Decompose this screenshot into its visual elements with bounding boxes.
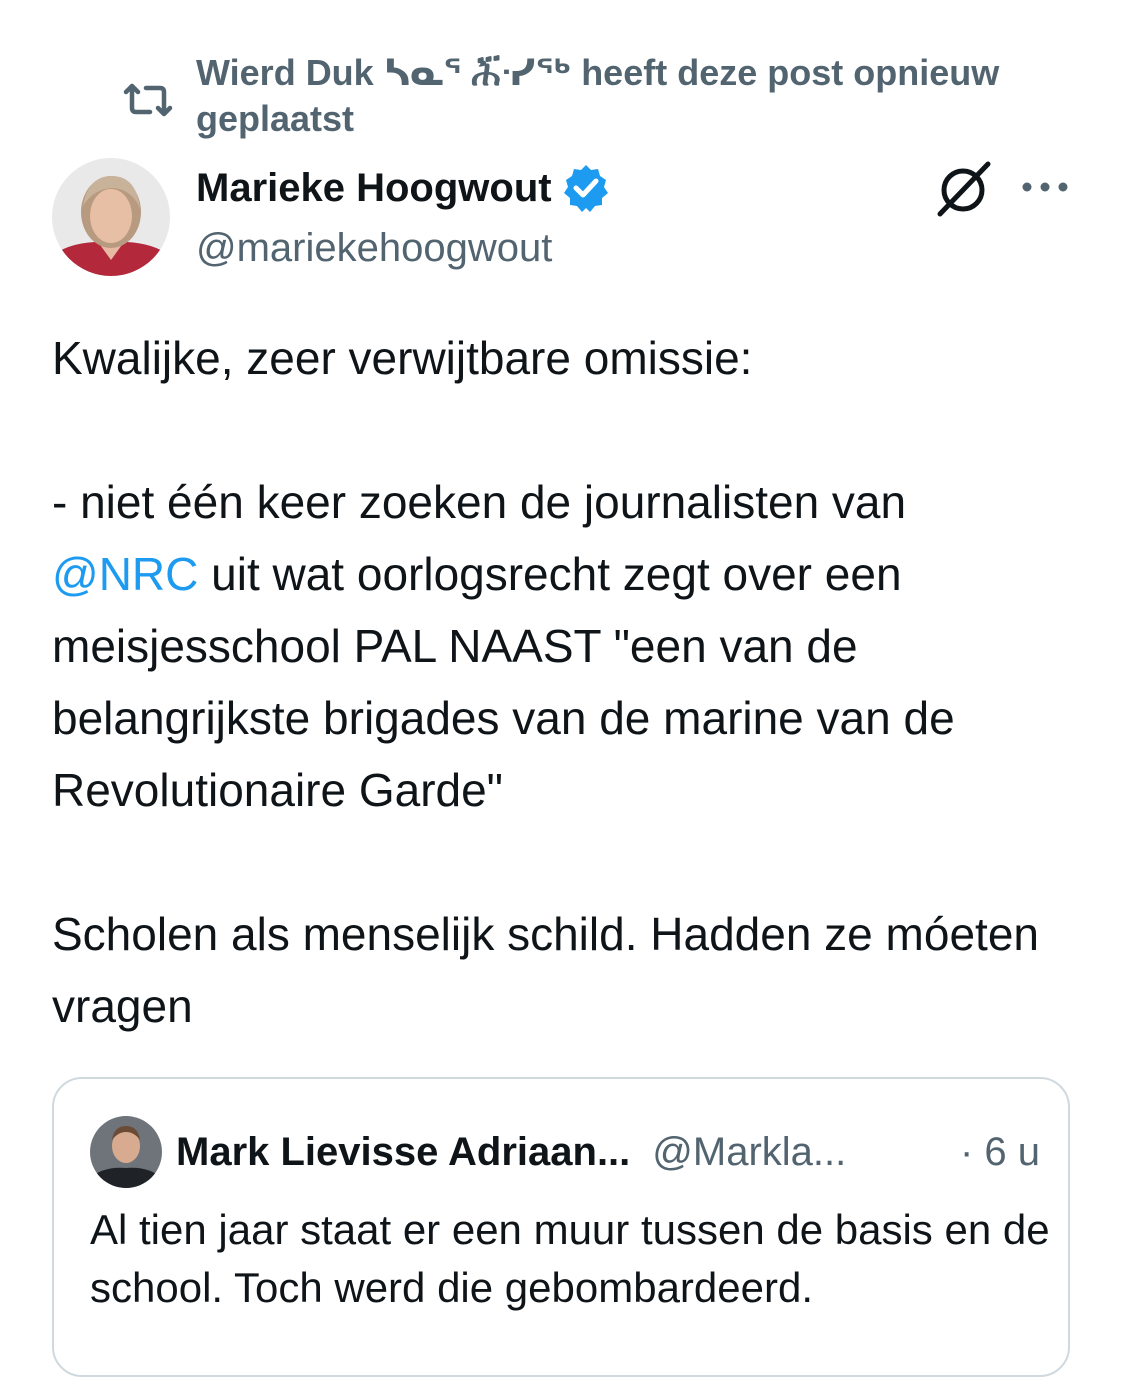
mention-link[interactable]: @NRC: [52, 548, 198, 600]
author-block[interactable]: Marieke Hoogwout @mariekehoogwout: [196, 158, 896, 276]
author-handle[interactable]: @mariekehoogwout: [196, 220, 896, 276]
repost-label[interactable]: Wierd Duk ᓴᓇᕐ ሕ፝ᓸᖅ heeft deze post opnie…: [196, 50, 1080, 142]
tweet-text: Kwalijke, zeer verwijtbare omissie: - ni…: [52, 322, 1092, 1042]
more-icon[interactable]: [1020, 172, 1070, 202]
repost-icon: [123, 83, 173, 117]
quoted-author-handle[interactable]: @Markla...: [652, 1130, 846, 1175]
tweet-line-1: Kwalijke, zeer verwijtbare omissie:: [52, 332, 753, 384]
author-name[interactable]: Marieke Hoogwout: [196, 158, 552, 218]
tweet-paragraph-2: - niet één keer zoeken de journalisten v…: [52, 466, 1092, 826]
repost-context[interactable]: Wierd Duk ᓴᓇᕐ ሕ፝ᓸᖅ heeft deze post opnie…: [120, 50, 1080, 142]
quoted-avatar[interactable]: [90, 1116, 162, 1188]
tweet-paragraph-2-start: - niet één keer zoeken de journalisten v…: [52, 476, 907, 528]
quoted-avatar-image: [90, 1116, 162, 1188]
reposter-name-glyphs[interactable]: ᓴᓇᕐ ሕ፝ᓸᖅ: [384, 52, 571, 93]
quoted-timestamp[interactable]: · 6 u: [960, 1130, 1040, 1175]
avatar[interactable]: [52, 158, 170, 276]
tweet-paragraph-3: Scholen als menselijk schild. Hadden ze …: [52, 908, 1039, 1032]
verified-badge-icon[interactable]: [560, 162, 612, 214]
avatar-image: [52, 158, 170, 276]
quoted-tweet-text: Al tien jaar staat er een muur tussen de…: [90, 1206, 1050, 1311]
quoted-tweet-card[interactable]: Mark Lievisse Adriaan... @Markla... · 6 …: [52, 1077, 1070, 1377]
reposter-name[interactable]: Wierd Duk: [196, 52, 384, 93]
quoted-tweet-header: Mark Lievisse Adriaan... @Markla... · 6 …: [90, 1115, 1040, 1189]
quoted-author-name[interactable]: Mark Lievisse Adriaan...: [176, 1130, 630, 1175]
grok-icon[interactable]: [934, 158, 996, 220]
